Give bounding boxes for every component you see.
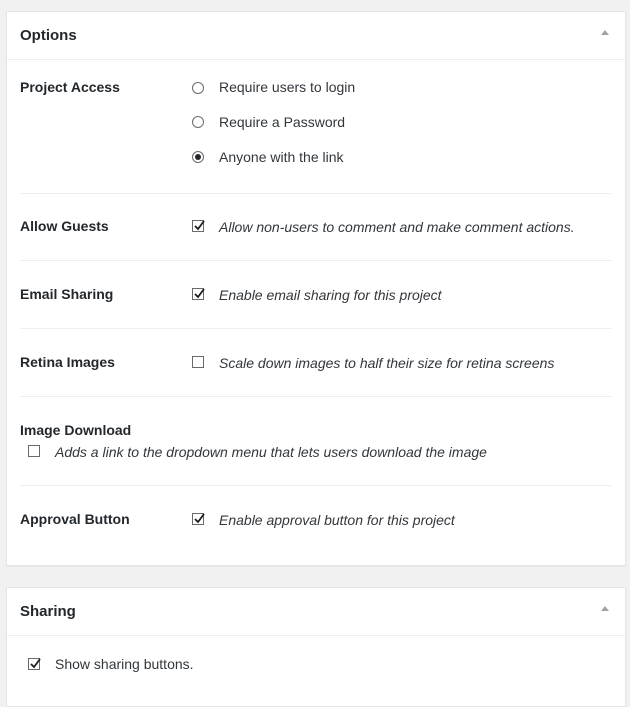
- checkmark-icon: [194, 220, 205, 231]
- sharing-panel-header[interactable]: Sharing: [7, 588, 625, 636]
- image-download-description: Adds a link to the dropdown menu that le…: [55, 444, 487, 460]
- retina-images-description: Scale down images to half their size for…: [219, 355, 555, 371]
- show-sharing-buttons-checkbox[interactable]: [28, 658, 41, 670]
- collapse-arrow-icon[interactable]: [599, 29, 611, 39]
- collapse-arrow-icon[interactable]: [599, 605, 611, 615]
- radio-require-password[interactable]: [192, 116, 204, 128]
- divider: [20, 328, 611, 329]
- sharing-title: Sharing: [20, 603, 76, 620]
- image-download-checkbox[interactable]: [28, 445, 40, 457]
- show-sharing-buttons-label[interactable]: Show sharing buttons.: [55, 656, 194, 672]
- approval-button-checkbox[interactable]: [192, 513, 205, 525]
- email-sharing-checkbox[interactable]: [192, 288, 205, 300]
- checkmark-icon: [30, 658, 41, 669]
- radio-require-password-label[interactable]: Require a Password: [219, 114, 345, 130]
- options-panel-header[interactable]: Options: [7, 12, 625, 60]
- image-download-label: Image Download: [20, 422, 132, 438]
- allow-guests-checkbox[interactable]: [192, 220, 205, 232]
- allow-guests-description: Allow non-users to comment and make comm…: [219, 219, 575, 235]
- divider: [20, 485, 611, 486]
- sharing-panel: Sharing Show sharing buttons.: [6, 587, 626, 707]
- options-panel: Options Project Access Require users to …: [6, 11, 626, 566]
- project-access-label: Project Access: [20, 79, 120, 95]
- divider: [20, 396, 611, 397]
- divider: [20, 193, 611, 194]
- radio-require-login-label[interactable]: Require users to login: [219, 79, 355, 95]
- divider: [20, 260, 611, 261]
- options-title: Options: [20, 27, 77, 44]
- radio-anyone-with-link-label[interactable]: Anyone with the link: [219, 149, 344, 165]
- radio-require-login[interactable]: [192, 82, 204, 94]
- checkmark-icon: [194, 513, 205, 524]
- approval-button-label: Approval Button: [20, 511, 130, 527]
- approval-button-description: Enable approval button for this project: [219, 512, 455, 528]
- radio-anyone-with-link[interactable]: [192, 151, 204, 163]
- retina-images-label: Retina Images: [20, 354, 115, 370]
- retina-images-checkbox[interactable]: [192, 356, 204, 368]
- email-sharing-description: Enable email sharing for this project: [219, 287, 442, 303]
- email-sharing-label: Email Sharing: [20, 286, 114, 302]
- allow-guests-label: Allow Guests: [20, 218, 109, 234]
- checkmark-icon: [194, 288, 205, 299]
